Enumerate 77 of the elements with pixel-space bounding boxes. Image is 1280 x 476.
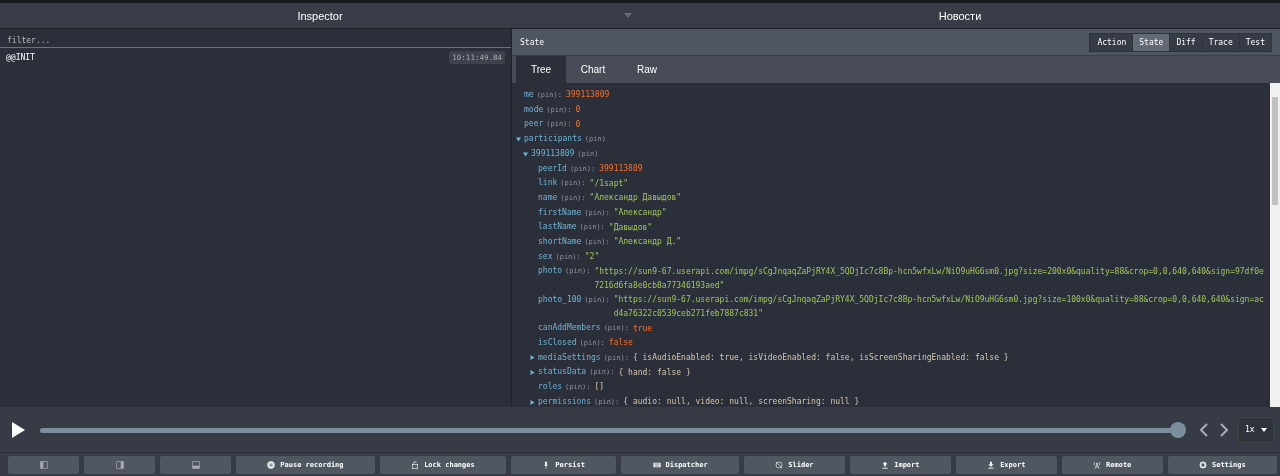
keyboard-icon [652,461,661,469]
expanded-arrow-icon[interactable] [516,136,521,142]
instance-select[interactable]: Новости [640,3,1280,28]
tree-value: "Александр" [613,207,667,219]
lock-icon [411,461,420,469]
layout-right-icon [115,461,124,469]
tree-value: false [608,337,633,350]
tree-key: name [538,190,558,206]
panel-title: State [520,37,545,47]
tree-key: mode [524,102,544,118]
tree-key: 399113809 [531,146,575,162]
view-tab[interactable]: Chart [566,56,620,83]
tree-key: mediaSettings [538,350,601,366]
previous-icon[interactable] [1198,421,1210,438]
tree-value: 0 [575,104,581,117]
collapsed-arrow-icon[interactable] [530,399,535,405]
upload-icon [881,461,890,469]
tree-value: "https://sun9-67.userapi.com/impg/sCgJnqaqZaPjRY4X_5QDjIc7c8Bp-hcn5wfxLw/NiO9uHG6sm0.jpg?size=100x0&quality=88&crop=0,0,640,640&sign=acd4a76322c0539ceb271feb7887c831" [613,294,1264,321]
tree-key: sex [538,249,553,265]
next-icon[interactable] [1218,421,1230,438]
monitor-button[interactable]: Action [1090,33,1133,51]
monitor-button[interactable]: Test [1238,33,1271,51]
pin-icon [542,461,551,469]
tree-key: photo [538,264,563,293]
download-icon [987,461,996,469]
caret-icon [624,13,632,18]
scrollbar[interactable] [1270,83,1280,407]
layout-left-icon [39,461,48,469]
tree-key: lastName [538,220,577,236]
tree-key: shortName [538,235,582,250]
speed-select[interactable]: 1x [1238,416,1274,443]
tree-key: photo_100 [538,292,582,322]
antenna-icon [1093,461,1102,469]
tree-value: { isAudioEnabled: true, isVideoEnabled: false, isScreenSharingEnabled: false } [632,352,1009,364]
expanded-arrow-icon[interactable] [523,151,528,157]
tree-value: [] [594,381,605,394]
tree-key: roles [538,380,563,395]
tree-value: "Давыдов" [608,221,653,234]
monitor-select[interactable]: Inspector [0,3,640,28]
tree-key: link [538,176,558,191]
action-name: @@INIT [6,52,35,62]
slider-thumb[interactable] [1170,421,1186,438]
stopwatch-icon [775,461,784,469]
tree-value: "https://sun9-67.userapi.com/impg/sCgJnqaqZaPjRY4X_5QDjIc7c8Bp-hcn5wfxLw/NiO9uHG6sm0.jpg?size=200x0&quality=88&crop=0,0,640,640&sign=97df0e7216d6fa8e0cb8a77346193aed" [594,265,1264,292]
tree-value: { hand: false } [618,366,691,379]
layout-bottom-icon [191,461,200,469]
tree-value: "/1sapt" [589,177,629,190]
monitor-button[interactable]: State [1132,33,1170,51]
timeline-slider[interactable] [40,421,1186,438]
pause-icon [267,461,276,469]
settings-icon [1198,461,1207,469]
tree-key: permissions [538,394,591,407]
tree-value: 399113809 [599,162,643,175]
tree-key: isClosed [538,335,577,351]
tree-value: true [632,322,653,335]
tree-key: canAddMembers [538,321,601,336]
tree-key: peerId [538,161,567,177]
tree-key: participants [524,132,582,147]
tree-key: firstName [538,205,582,221]
caret-icon [1261,427,1267,432]
view-tab[interactable]: Tree [516,56,566,83]
tree-key: peer [524,117,544,133]
play-icon[interactable] [10,421,26,438]
monitor-button[interactable]: Diff [1169,33,1202,51]
collapsed-arrow-icon[interactable] [530,355,535,361]
tree-key: statusData [538,365,587,381]
tree-value: "2" [584,251,600,264]
view-tab[interactable]: Raw [620,56,674,83]
collapsed-arrow-icon[interactable] [530,370,535,376]
tree-value: 0 [575,118,581,131]
tree-value: "Александр Давыдов" [589,192,682,205]
tree-value: { audio: null, video: null, screenSharing: null } [623,396,860,407]
monitor-button[interactable]: Trace [1201,33,1239,51]
tree-key: me [524,88,534,103]
tree-value: "Александр Д." [613,236,682,249]
filter-field[interactable]: filter... [0,34,511,48]
tree-value: 399113809 [565,89,610,102]
